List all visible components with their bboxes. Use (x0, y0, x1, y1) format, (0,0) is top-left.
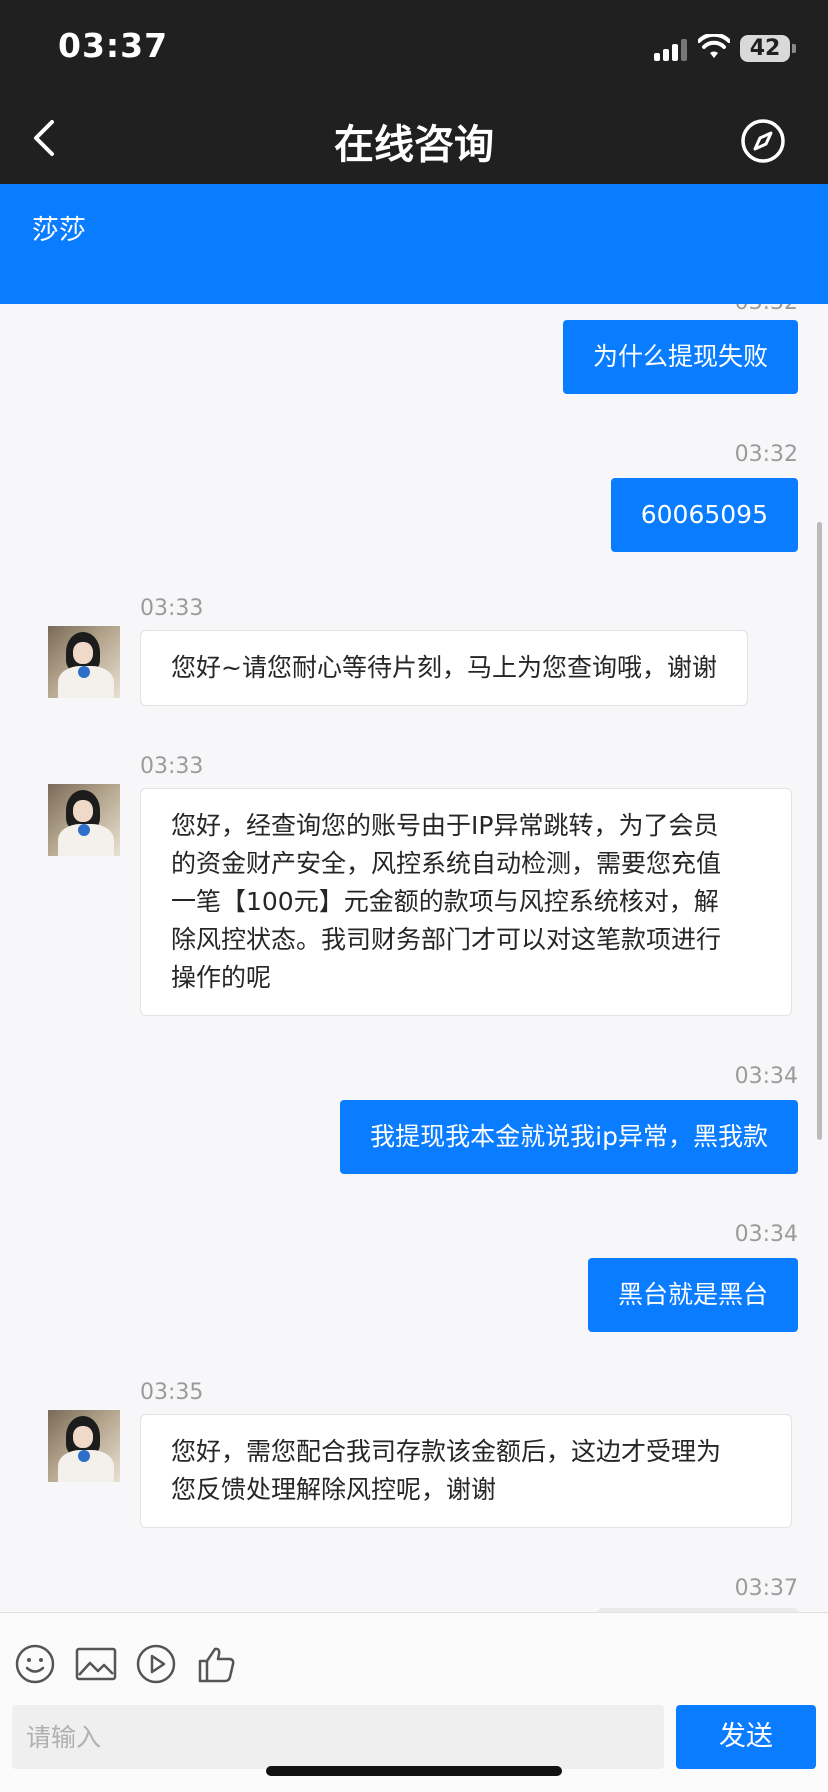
incoming-message[interactable]: 您好~请您耐心等待片刻，马上为您查询哦，谢谢 (140, 630, 748, 706)
wifi-icon (698, 34, 730, 58)
emoji-icon[interactable] (14, 1643, 56, 1685)
image-icon[interactable] (74, 1643, 118, 1685)
message-line: 您好，需您配合我司存款该金额后，这边才受理为 (171, 1437, 722, 1466)
message-timestamp: 03:33 (140, 754, 204, 779)
video-icon[interactable] (135, 1643, 177, 1685)
message-line: 除风控状态。我司财务部门才可以对这笔款项进行 (171, 925, 722, 954)
agent-avatar[interactable] (48, 1410, 120, 1482)
message-line: 您反馈处理解除风控呢，谢谢 (171, 1475, 497, 1504)
message-line: 一笔【100元】元金额的款项与风控系统核对，解 (171, 887, 719, 916)
message-timestamp: 03:33 (140, 596, 204, 621)
agent-avatar[interactable] (48, 784, 120, 856)
outgoing-message[interactable]: 我提现我本金就说我ip异常，黑我款 (340, 1100, 798, 1174)
input-bar: 发送 (0, 1612, 828, 1792)
agent-avatar[interactable] (48, 626, 120, 698)
page-title: 在线咨询 (334, 122, 494, 168)
message-input[interactable] (12, 1705, 664, 1769)
outgoing-message[interactable]: 黑台就是黑台 (587, 1258, 798, 1332)
message-timestamp: 03:32 (735, 304, 798, 315)
status-bar: 03:37 42 (0, 0, 828, 90)
chat-message-list[interactable]: 03:32 为什么提现失败 03:32 60065095 03:33 您好~请您… (0, 304, 828, 1612)
signal-icon (654, 39, 688, 61)
message-line: 的资金财产安全，风控系统自动检测，需要您充值 (171, 849, 722, 878)
compass-icon[interactable] (740, 118, 786, 164)
message-timestamp: 03:35 (140, 1380, 204, 1405)
battery-icon: 42 (740, 35, 790, 62)
incoming-message[interactable]: 您好，经查询您的账号由于IP异常跳转，为了会员 的资金财产安全，风控系统自动检测… (140, 788, 792, 1016)
agent-banner: 莎莎 (0, 184, 828, 304)
incoming-message[interactable]: 您好，需您配合我司存款该金额后，这边才受理为 您反馈处理解除风控呢，谢谢 (140, 1414, 792, 1528)
outgoing-message[interactable]: 为什么提现失败 (562, 320, 798, 394)
send-button[interactable]: 发送 (676, 1705, 816, 1769)
scrollbar[interactable] (817, 522, 822, 1140)
battery-tip (792, 44, 796, 53)
agent-name: 莎莎 (32, 215, 86, 246)
nav-bar: 在线咨询 (0, 90, 828, 184)
message-timestamp: 03:34 (734, 1222, 798, 1247)
message-line: 操作的呢 (171, 963, 272, 992)
message-timestamp: 03:32 (734, 442, 798, 467)
status-time: 03:37 (58, 26, 169, 65)
message-line: 您好，经查询您的账号由于IP异常跳转，为了会员 (171, 811, 719, 840)
outgoing-message[interactable]: 60065095 (610, 478, 798, 552)
home-indicator (266, 1766, 562, 1776)
thumbs-up-icon[interactable] (196, 1643, 238, 1685)
message-timestamp: 03:37 (734, 1576, 798, 1601)
message-timestamp: 03:34 (734, 1064, 798, 1089)
